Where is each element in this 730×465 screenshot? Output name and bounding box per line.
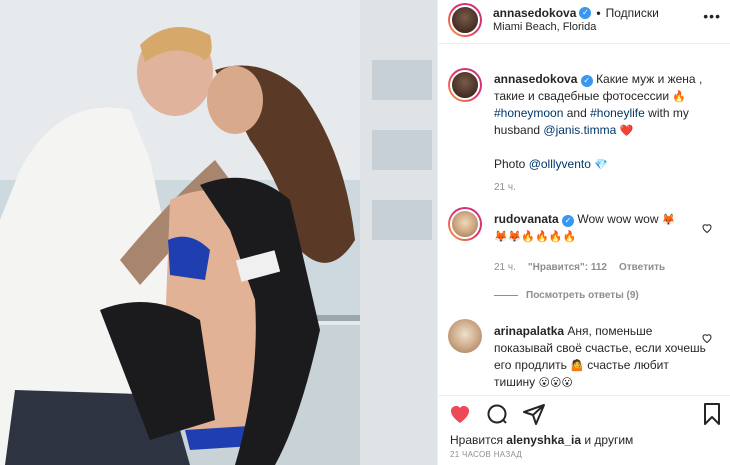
caption-text: annasedokova ✓ Какие муж и жена , такие …	[494, 71, 709, 173]
heart-emoji: ❤️	[619, 124, 634, 137]
post-timestamp[interactable]: 21 ЧАСОВ НАЗАД	[450, 450, 522, 459]
shrug-emoji: 🤷	[570, 359, 584, 372]
reply-button[interactable]: Ответить	[619, 262, 665, 273]
fire-emoji: 🔥	[672, 90, 687, 103]
likes-summary: Нравится alenyshka_ia и другим	[450, 433, 633, 447]
verified-icon: ✓	[580, 75, 593, 87]
caption-time[interactable]: 21 ч.	[494, 182, 516, 193]
commenter-username[interactable]: rudovanata	[494, 212, 559, 226]
commenter-avatar[interactable]	[448, 319, 482, 353]
caption-avatar[interactable]	[448, 68, 482, 102]
likes-prefix: Нравится	[450, 433, 503, 447]
heart-icon[interactable]	[448, 402, 472, 426]
hashtag-honeylife[interactable]: #honeylife	[590, 106, 645, 120]
comment-meta: 21 ч. "Нравится": 112 Ответить	[494, 262, 665, 273]
photo-label: Photo	[494, 157, 526, 171]
comment-time[interactable]: 21 ч.	[494, 262, 516, 273]
caption-and: and	[566, 106, 587, 120]
separator-dot: •	[596, 6, 601, 20]
bookmark-icon[interactable]	[700, 402, 724, 426]
hashtag-honeymoon[interactable]: #honeymoon	[494, 106, 563, 120]
show-replies-label: Посмотреть ответы (9)	[526, 290, 639, 301]
fox-emoji: 🦊	[661, 213, 676, 226]
verified-icon: ✓	[579, 7, 592, 19]
replies-line	[494, 295, 518, 296]
comment-text: rudovanata ✓ Wow wow wow 🦊 🦊🦊🔥🔥🔥🔥	[494, 211, 709, 245]
comment-icon[interactable]	[485, 402, 509, 426]
show-replies-button[interactable]: Посмотреть ответы (9)	[494, 290, 639, 301]
post-location[interactable]: Miami Beach, Florida	[493, 21, 596, 33]
comments-list[interactable]: annasedokova ✓ Какие муж и жена , такие …	[438, 44, 730, 395]
more-icon[interactable]: •••	[703, 8, 721, 24]
emoji-row: 😮😮😮	[538, 376, 573, 389]
like-comment-icon[interactable]	[701, 222, 713, 234]
post-actions: Нравится alenyshka_ia и другим 21 ЧАСОВ …	[438, 395, 730, 465]
comment-body: Wow wow wow	[577, 212, 659, 226]
caption-author[interactable]: annasedokova	[494, 72, 577, 86]
post-photo-illustration	[0, 0, 437, 465]
author-username[interactable]: annasedokova	[493, 6, 576, 20]
mention-janis-timma[interactable]: @janis.timma	[543, 123, 616, 137]
author-avatar[interactable]	[448, 3, 482, 37]
like-comment-icon[interactable]	[701, 332, 713, 344]
author-line: annasedokova ✓ • Подписки	[493, 6, 659, 20]
emoji-row: 🦊🦊🔥🔥🔥🔥	[494, 230, 577, 243]
mention-olllyvento[interactable]: @olllyvento	[529, 157, 591, 171]
caption-meta: 21 ч.	[494, 182, 516, 193]
commenter-avatar[interactable]	[448, 207, 482, 241]
comment-likes[interactable]: "Нравится": 112	[528, 262, 607, 273]
post-sidebar: annasedokova ✓ • Подписки Miami Beach, F…	[437, 0, 730, 465]
likes-suffix[interactable]: и другим	[584, 433, 633, 447]
post-photo[interactable]	[0, 0, 437, 465]
gem-emoji: 💎	[594, 158, 608, 171]
follow-button[interactable]: Подписки	[606, 6, 659, 20]
commenter-username[interactable]: arinapalatka	[494, 324, 564, 338]
likes-user[interactable]: alenyshka_ia	[506, 433, 581, 447]
comment-text: arinapalatka Аня, поменьше показывай сво…	[494, 323, 709, 391]
post-header: annasedokova ✓ • Подписки Miami Beach, F…	[438, 0, 730, 44]
verified-icon: ✓	[562, 215, 575, 227]
share-icon[interactable]	[522, 402, 546, 426]
